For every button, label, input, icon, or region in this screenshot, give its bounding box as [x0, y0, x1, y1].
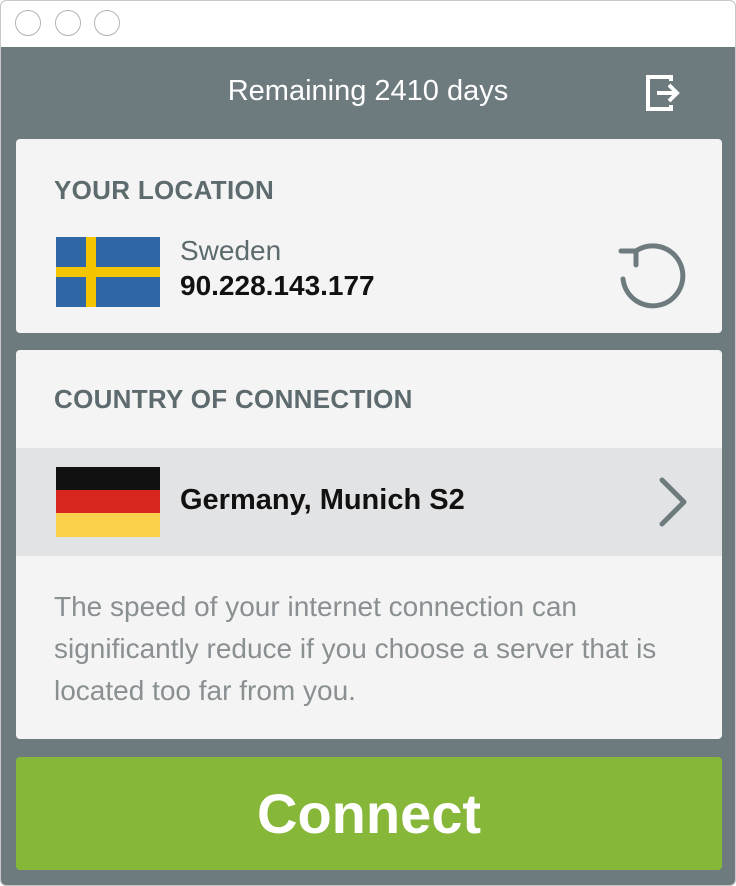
title-bar: [1, 1, 735, 47]
chevron-right-icon: [652, 476, 692, 528]
location-country: Sweden: [180, 235, 282, 266]
germany-flag-icon: [56, 467, 160, 537]
close-window-button[interactable]: [15, 10, 41, 36]
minimize-window-button[interactable]: [55, 10, 81, 36]
your-location-heading: YOUR LOCATION: [54, 175, 275, 205]
refresh-location-button[interactable]: [609, 231, 689, 311]
app-window: Remaining 2410 days YOUR LOCATION Sweden…: [0, 0, 736, 886]
logout-icon: [646, 75, 680, 111]
location-ip: 90.228.143.177: [180, 270, 375, 301]
country-of-connection-card: COUNTRY OF CONNECTION Germany, Munich S2…: [16, 350, 722, 739]
remaining-days-label: Remaining 2410 days: [227, 75, 509, 107]
zoom-window-button[interactable]: [94, 10, 120, 36]
connect-button[interactable]: Connect: [16, 757, 722, 870]
server-selector[interactable]: Germany, Munich S2: [16, 448, 722, 556]
sweden-flag-icon: [56, 237, 160, 307]
your-location-card: YOUR LOCATION Sweden 90.228.143.177: [16, 139, 722, 333]
server-name: Germany, Munich S2: [180, 484, 465, 516]
country-of-connection-heading: COUNTRY OF CONNECTION: [54, 384, 413, 414]
logout-button[interactable]: [644, 73, 686, 113]
refresh-icon: [618, 243, 686, 309]
header: Remaining 2410 days: [1, 47, 735, 139]
speed-warning-note: The speed of your internet connection ca…: [54, 591, 657, 706]
